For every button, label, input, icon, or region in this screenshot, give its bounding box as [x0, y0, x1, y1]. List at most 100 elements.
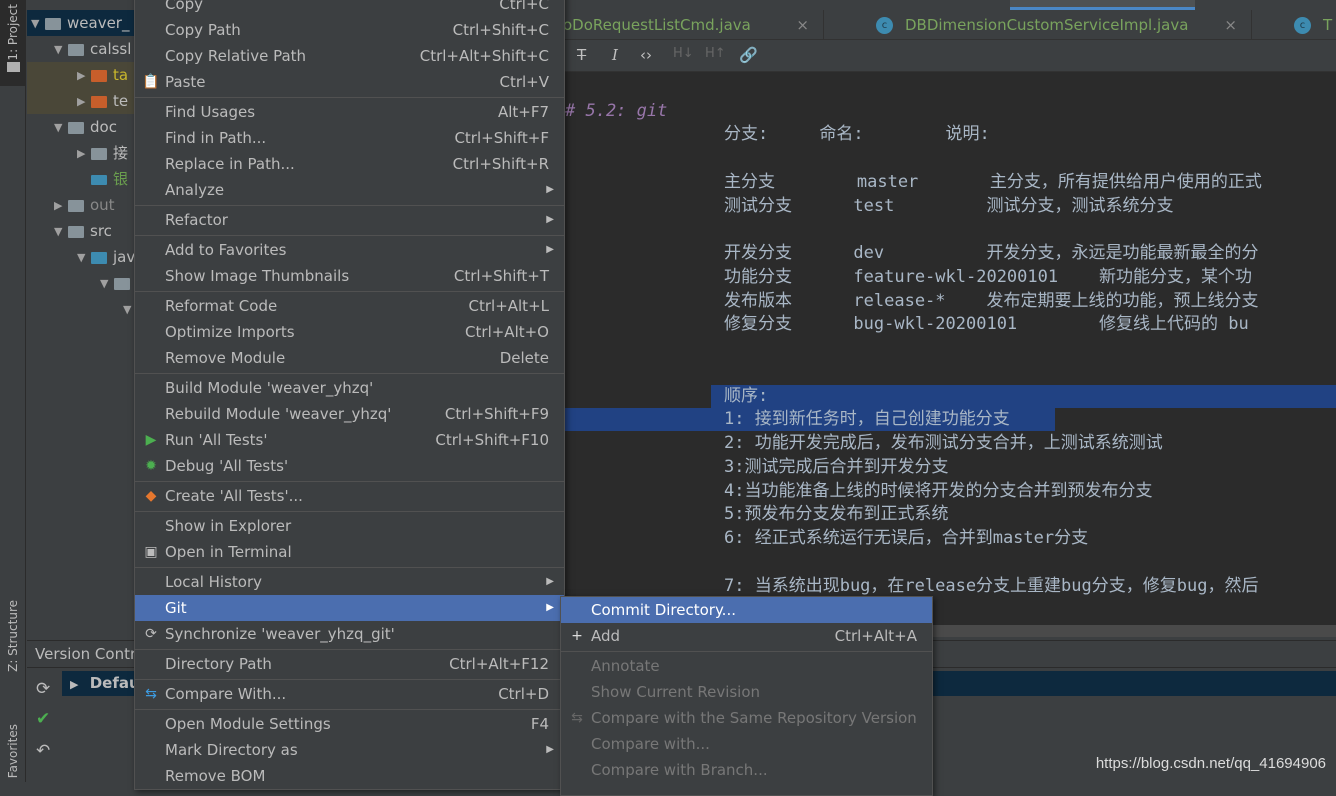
version-control-title: Version Control — [35, 645, 150, 663]
tree-item-label: doc — [90, 118, 117, 136]
menu-item-find-usages[interactable]: Find Usages Alt+F7 — [135, 99, 564, 125]
menu-item-copy[interactable]: Copy Ctrl+C — [135, 0, 564, 17]
tree-item[interactable]: ▼ src — [27, 218, 135, 244]
left-tool-strip: 1: Project Z: Structure Favorites — [0, 0, 26, 782]
code-icon[interactable]: ‹› — [640, 46, 652, 64]
menu-item-label: Rebuild Module 'weaver_yhzq' — [165, 405, 392, 423]
menu-item-add[interactable]: + Add Ctrl+Alt+A — [561, 623, 932, 649]
tree-item[interactable]: ▶ out — [27, 192, 135, 218]
editor-line: 3:测试完成后合并到开发分支 — [724, 457, 949, 477]
menu-item-annotate[interactable]: Annotate — [561, 653, 932, 679]
menu-item-build-module-weaver-yhzq[interactable]: Build Module 'weaver_yhzq' — [135, 375, 564, 401]
menu-item-remove-module[interactable]: Remove Module Delete — [135, 345, 564, 371]
close-icon[interactable]: × — [796, 10, 809, 40]
compare-icon: ⇆ — [571, 710, 583, 726]
editor-line: 5:预发布分支发布到正式系统 — [724, 504, 949, 524]
menu-item-label: Mark Directory as — [165, 741, 298, 759]
menu-item-label: Compare With... — [165, 685, 287, 703]
strikethrough-icon[interactable]: T — [577, 46, 586, 64]
expand-arrow-icon[interactable]: ▶ — [77, 141, 91, 167]
structure-tool-button[interactable]: Z: Structure — [6, 600, 20, 672]
menu-item-copy-relative-path[interactable]: Copy Relative Path Ctrl+Alt+Shift+C — [135, 43, 564, 69]
menu-separator — [135, 511, 564, 512]
tab-dbdimension[interactable]: c DBDimensionCustomServiceImpl.java × — [824, 10, 1252, 40]
tree-item-label: 接 — [113, 144, 129, 162]
menu-item-compare-with[interactable]: Compare with... — [561, 731, 932, 757]
tab-t[interactable]: cT — [1252, 10, 1336, 40]
menu-item-paste[interactable]: 📋 Paste Ctrl+V — [135, 69, 564, 95]
menu-item-rebuild-module-weaver-yhzq[interactable]: Rebuild Module 'weaver_yhzq' Ctrl+Shift+F… — [135, 401, 564, 427]
menu-item-analyze[interactable]: Analyze ▶ — [135, 177, 564, 203]
menu-item-show-in-explorer[interactable]: Show in Explorer — [135, 513, 564, 539]
tree-item[interactable]: ▶ te — [27, 88, 135, 114]
collapse-arrow-icon[interactable]: ▼ — [54, 37, 68, 63]
tree-item[interactable]: ▼ — [27, 296, 135, 322]
menu-item-add-to-favorites[interactable]: Add to Favorites ▶ — [135, 237, 564, 263]
menu-item-compare-with[interactable]: ⇆ Compare With... Ctrl+D — [135, 681, 564, 707]
close-icon[interactable]: × — [1224, 10, 1237, 40]
header-down-icon[interactable]: H↓ — [673, 46, 694, 61]
menu-item-shortcut: Ctrl+Shift+F9 — [444, 405, 549, 423]
menu-item-show-image-thumbnails[interactable]: Show Image Thumbnails Ctrl+Shift+T — [135, 263, 564, 289]
commit-check-icon[interactable]: ✔ — [36, 709, 50, 729]
menu-item-directory-path[interactable]: Directory Path Ctrl+Alt+F12 — [135, 651, 564, 677]
expand-arrow-icon[interactable]: ▶ — [77, 63, 91, 89]
italic-icon[interactable]: I — [612, 46, 618, 64]
menu-item-reformat-code[interactable]: Reformat Code Ctrl+Alt+L — [135, 293, 564, 319]
menu-item-compare-with-branch[interactable]: Compare with Branch... — [561, 757, 932, 783]
menu-item-optimize-imports[interactable]: Optimize Imports Ctrl+Alt+O — [135, 319, 564, 345]
tab-todo-request[interactable]: oDoRequestListCmd.java × — [563, 10, 824, 40]
tree-item[interactable]: ▶ 接 — [27, 140, 135, 166]
active-tab[interactable] — [1010, 0, 1195, 10]
refresh-icon[interactable]: ⟳ — [36, 679, 50, 699]
menu-item-replace-in-path[interactable]: Replace in Path... Ctrl+Shift+R — [135, 151, 564, 177]
menu-item-label: Reformat Code — [165, 297, 278, 315]
link-icon[interactable]: 🔗 — [739, 46, 758, 64]
menu-item-commit-directory[interactable]: Commit Directory... — [561, 597, 932, 623]
menu-item-label: Debug 'All Tests' — [165, 457, 289, 475]
tree-item[interactable]: ▶ ta — [27, 62, 135, 88]
menu-item-debug-all-tests[interactable]: ✹ Debug 'All Tests' — [135, 453, 564, 479]
menu-item-shortcut: Delete — [499, 349, 549, 367]
expand-arrow-icon[interactable]: ▶ — [54, 193, 68, 219]
menu-item-git[interactable]: Git ▶ — [135, 595, 564, 621]
rollback-icon[interactable]: ↶ — [36, 741, 50, 761]
menu-item-show-current-revision[interactable]: Show Current Revision — [561, 679, 932, 705]
menu-item-remove-bom[interactable]: Remove BOM — [135, 763, 564, 789]
menu-separator — [561, 651, 932, 652]
tree-item[interactable]: ▼ jav — [27, 244, 135, 270]
project-tool-button[interactable]: 1: Project — [0, 0, 26, 86]
header-up-icon[interactable]: H↑ — [705, 46, 726, 61]
menu-item-synchronize-weaver-yhzq-git[interactable]: ⟳ Synchronize 'weaver_yhzq_git' — [135, 621, 564, 647]
collapse-arrow-icon[interactable]: ▼ — [100, 271, 114, 297]
tree-item[interactable]: 银 — [27, 166, 135, 192]
menu-item-compare-with-the-same-repository-version[interactable]: ⇆ Compare with the Same Repository Versio… — [561, 705, 932, 731]
editor-tabs: oDoRequestListCmd.java × c DBDimensionCus… — [563, 10, 1336, 40]
tree-item[interactable]: ▼ — [27, 270, 135, 296]
tree-item[interactable]: ▼ weaver_ — [27, 10, 135, 36]
collapse-arrow-icon[interactable]: ▼ — [31, 11, 45, 37]
menu-item-label: Paste — [165, 73, 206, 91]
menu-item-mark-directory-as[interactable]: Mark Directory as ▶ — [135, 737, 564, 763]
tree-item[interactable]: ▼ calssl — [27, 36, 135, 62]
editor-line: 主分支 master 主分支，所有提供给用户使用的正式 — [724, 172, 1262, 192]
menu-item-copy-path[interactable]: Copy Path Ctrl+Shift+C — [135, 17, 564, 43]
submenu-arrow-icon: ▶ — [546, 602, 554, 613]
tree-item[interactable]: ▼ doc — [27, 114, 135, 140]
editor-area[interactable]: # 5.2: git 分支: 命名: 说明: 主分支 master 主分支，所有提… — [565, 72, 1336, 625]
menu-item-open-in-terminal[interactable]: ▣ Open in Terminal — [135, 539, 564, 565]
favorites-tool-button[interactable]: Favorites — [6, 724, 20, 778]
expand-arrow-icon[interactable]: ▶ — [77, 89, 91, 115]
menu-item-local-history[interactable]: Local History ▶ — [135, 569, 564, 595]
expand-arrow-icon[interactable]: ▶ — [70, 678, 78, 691]
menu-item-run-all-tests[interactable]: ▶ Run 'All Tests' Ctrl+Shift+F10 — [135, 427, 564, 453]
menu-item-find-in-path[interactable]: Find in Path... Ctrl+Shift+F — [135, 125, 564, 151]
menu-item-create-all-tests[interactable]: ◆ Create 'All Tests'... — [135, 483, 564, 509]
collapse-arrow-icon[interactable]: ▼ — [77, 245, 91, 271]
collapse-arrow-icon[interactable]: ▼ — [54, 219, 68, 245]
menu-item-open-module-settings[interactable]: Open Module Settings F4 — [135, 711, 564, 737]
folder-icon — [91, 69, 107, 82]
menu-separator — [135, 97, 564, 98]
collapse-arrow-icon[interactable]: ▼ — [54, 115, 68, 141]
menu-item-refactor[interactable]: Refactor ▶ — [135, 207, 564, 233]
